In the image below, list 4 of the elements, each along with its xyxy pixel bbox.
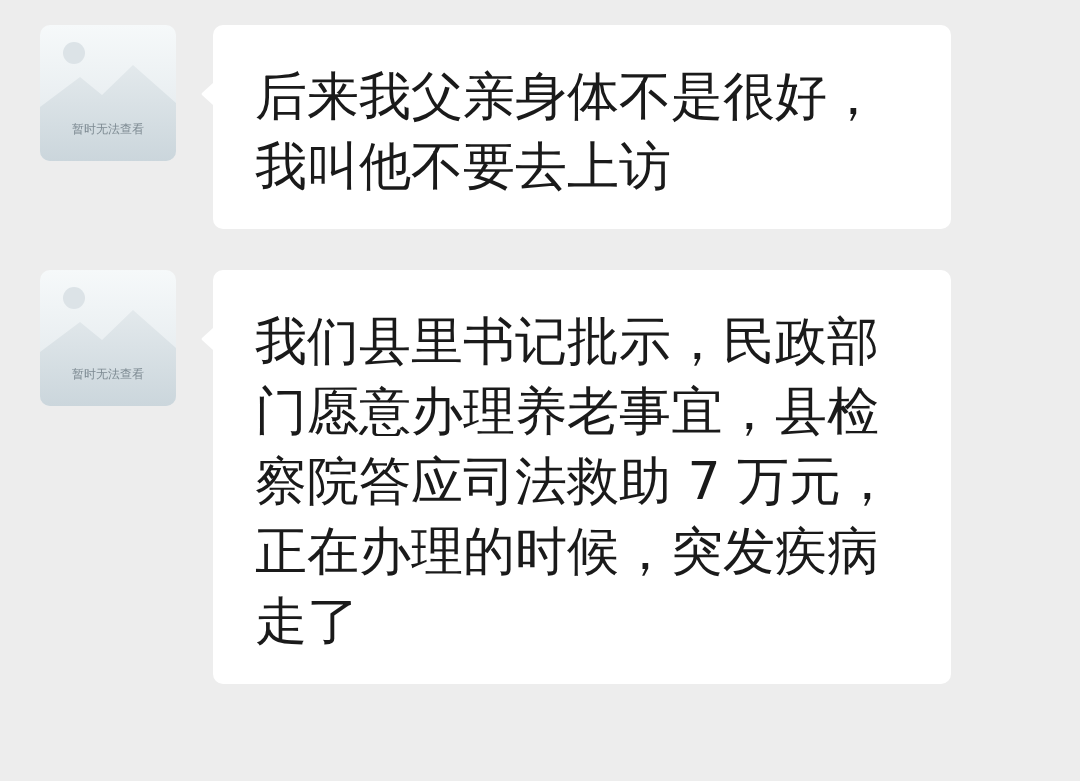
placeholder-text: 暂时无法查看 (72, 367, 144, 381)
message-text: 我们县里书记批示，民政部门愿意办理养老事宜，县检察院答应司法救助 7 万元，正在办理的时候，突发疾病走了 (255, 310, 895, 653)
placeholder-text: 暂时无法查看 (72, 122, 144, 136)
message-text: 后来我父亲身体不是很好，我叫他不要去上访 (255, 65, 880, 198)
